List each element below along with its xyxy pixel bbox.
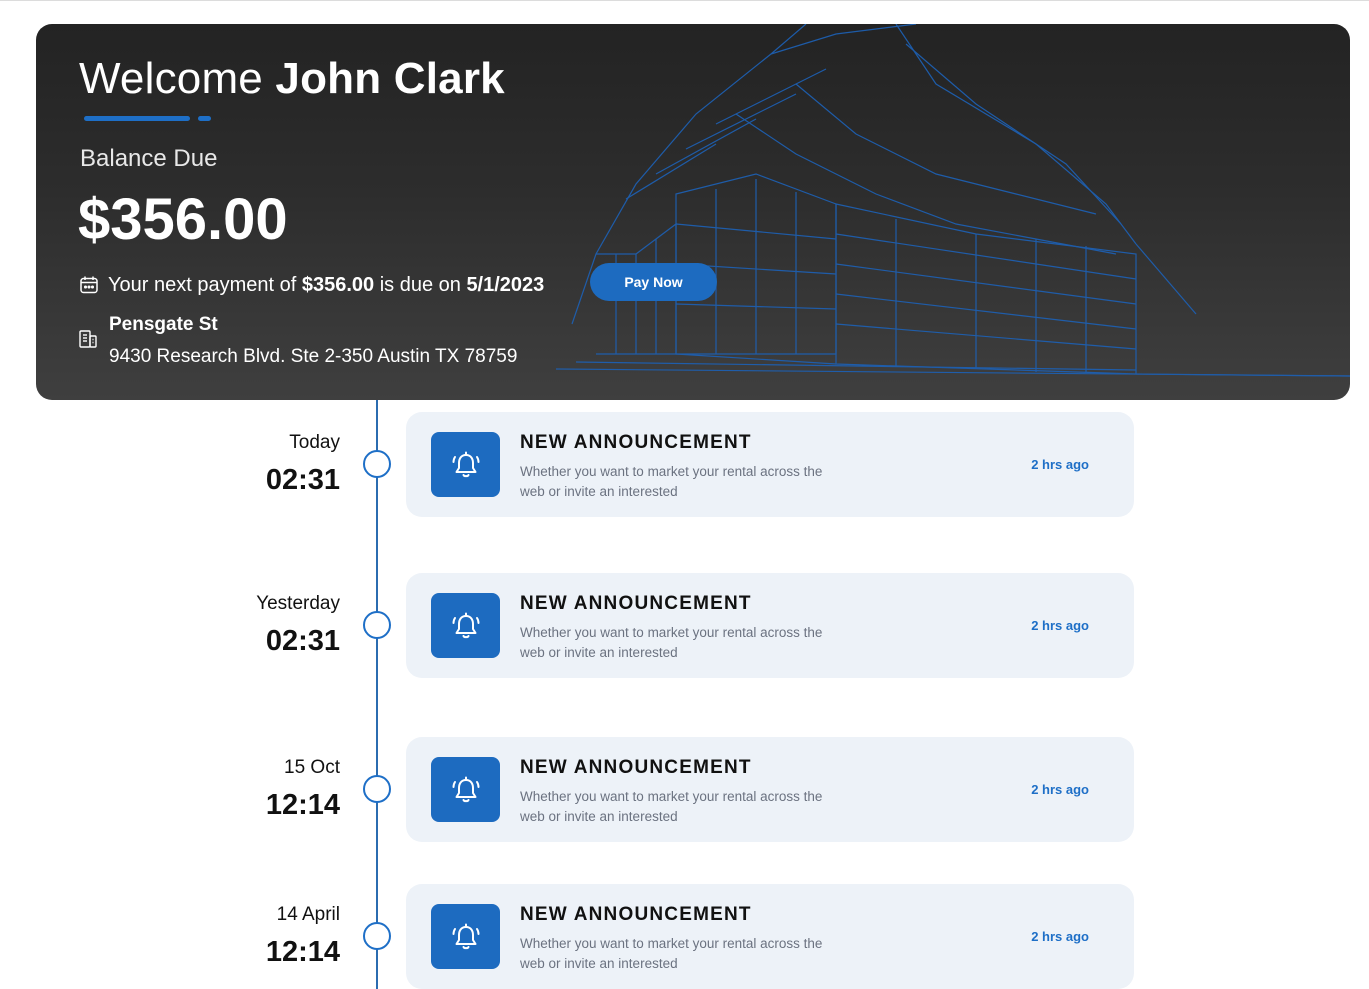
next-payment-amount: $356.00 [301,273,375,296]
timeline-time: 02:31 [265,625,340,657]
timeline-marker [363,922,391,950]
announcement-card[interactable]: NEW ANNOUNCEMENT Whether you want to mar… [406,573,1134,678]
timeline-item: Yesterday 02:31 NEW ANNOUNCEMENT Whether… [0,573,1369,679]
announcement-card[interactable]: NEW ANNOUNCEMENT Whether you want to mar… [406,412,1134,517]
bell-icon [431,904,500,969]
property-address: 9430 Research Blvd. Ste 2-350 Austin TX … [109,346,518,367]
timeline-day: 14 April [276,904,340,925]
timeline-marker [363,775,391,803]
user-name: John Clark [275,54,505,103]
announcement-time-ago: 2 hrs ago [1031,618,1089,633]
announcement-card[interactable]: NEW ANNOUNCEMENT Whether you want to mar… [406,884,1134,989]
announcement-time-ago: 2 hrs ago [1031,929,1089,944]
next-payment-mid: is due on [379,273,461,296]
timeline-time: 12:14 [265,789,340,821]
balance-amount: $356.00 [78,187,288,252]
property-name: Pensgate St [109,314,218,335]
accent-underline [84,116,190,121]
timeline-item: Today 02:31 NEW ANNOUNCEMENT Whether you… [0,412,1369,518]
welcome-heading: Welcome John Clark [79,54,505,104]
timeline-item: 14 April 12:14 NEW ANNOUNCEMENT Whether … [0,884,1369,989]
timeline-day: Today [289,432,340,453]
announcement-time-ago: 2 hrs ago [1031,457,1089,472]
building-icon [79,330,97,348]
bell-icon [431,757,500,822]
announcement-title: NEW ANNOUNCEMENT [520,757,752,778]
timeline-item: 15 Oct 12:14 NEW ANNOUNCEMENT Whether yo… [0,737,1369,843]
next-payment-prefix: Your next payment of [108,273,297,296]
timeline-time: 12:14 [265,936,340,968]
next-payment-date: 5/1/2023 [466,273,545,296]
announcement-title: NEW ANNOUNCEMENT [520,432,752,453]
announcement-card[interactable]: NEW ANNOUNCEMENT Whether you want to mar… [406,737,1134,842]
timeline-day: Yesterday [256,593,340,614]
announcement-description: Whether you want to market your rental a… [520,464,823,499]
timeline-marker [363,450,391,478]
top-divider [0,0,1369,1]
calendar-icon [80,276,98,294]
timeline-day: 15 Oct [284,757,340,778]
welcome-banner: Welcome John Clark Balance Due $356.00 Y… [36,24,1350,400]
timeline-time: 02:31 [265,464,340,496]
welcome-prefix: Welcome [79,54,263,103]
announcement-description: Whether you want to market your rental a… [520,936,823,971]
bell-icon [431,593,500,658]
announcement-time-ago: 2 hrs ago [1031,782,1089,797]
announcement-description: Whether you want to market your rental a… [520,625,823,660]
announcement-description: Whether you want to market your rental a… [520,789,823,824]
bell-icon [431,432,500,497]
timeline-marker [363,611,391,639]
announcement-title: NEW ANNOUNCEMENT [520,904,752,925]
next-payment-info: Your next payment of $356.00 is due on 5… [79,272,544,298]
balance-label: Balance Due [80,145,218,172]
announcement-title: NEW ANNOUNCEMENT [520,593,752,614]
pay-now-button[interactable]: Pay Now [590,263,717,301]
accent-underline-dot [198,116,211,121]
